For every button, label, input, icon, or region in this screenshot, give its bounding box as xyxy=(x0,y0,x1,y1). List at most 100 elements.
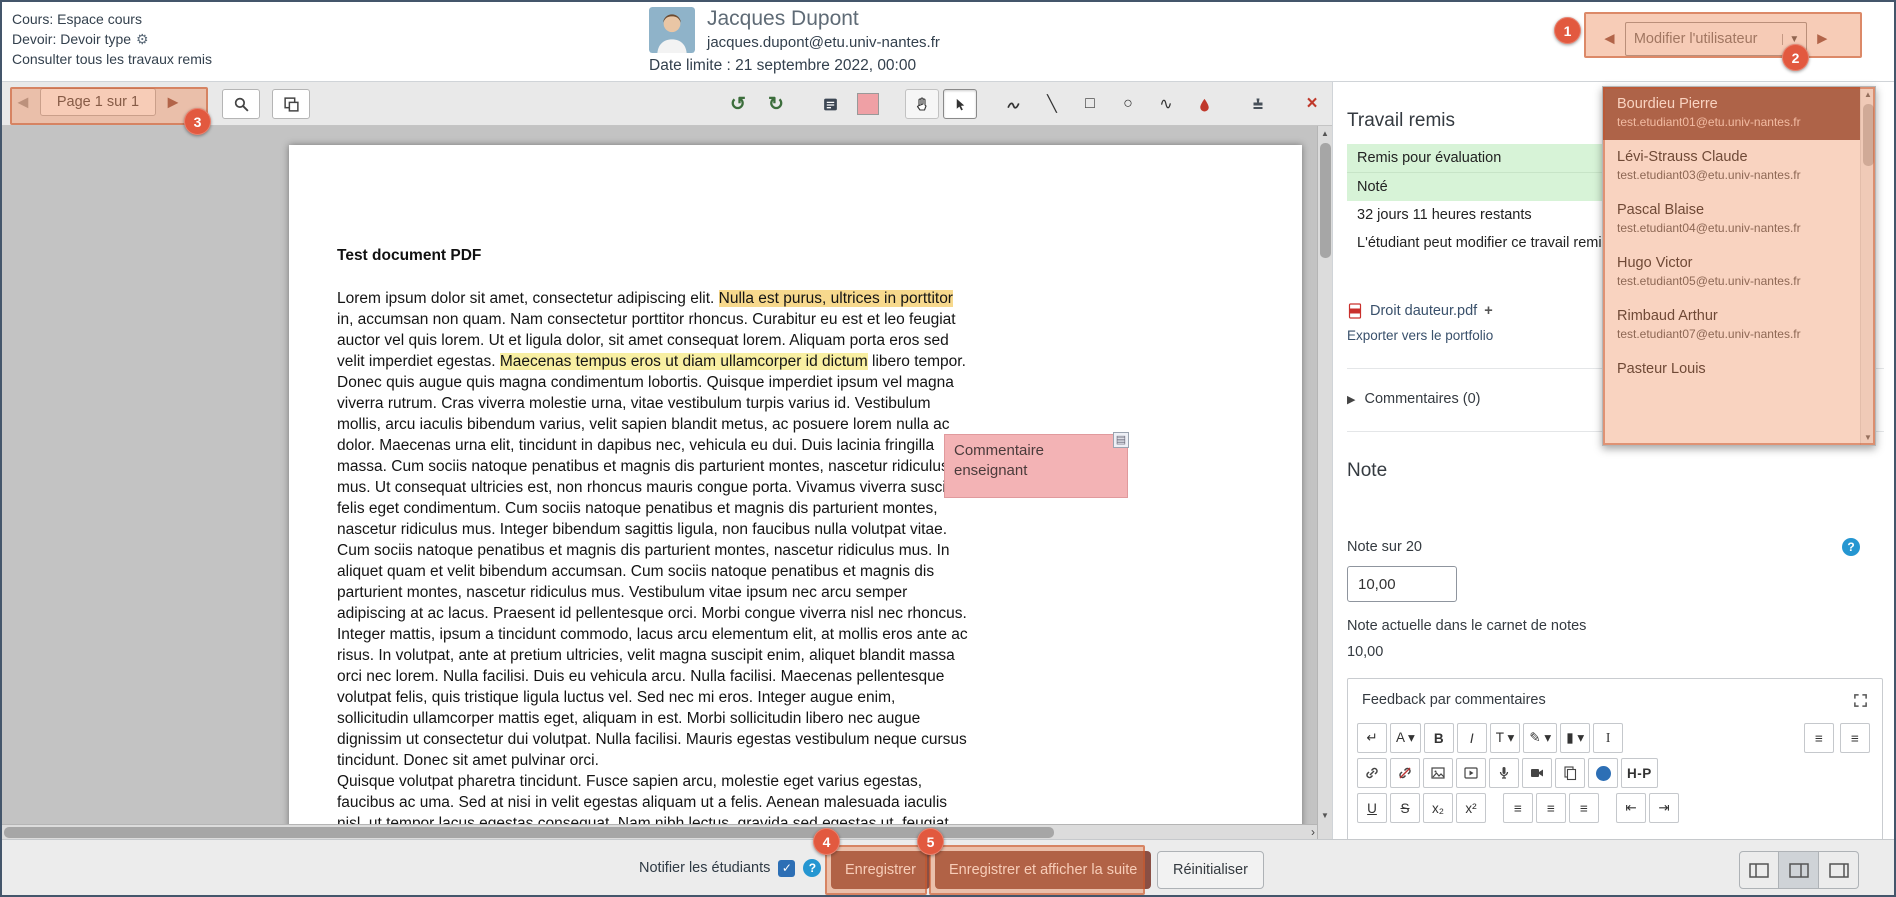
help-icon[interactable]: ? xyxy=(1842,538,1860,556)
save-button[interactable]: Enregistrer xyxy=(831,851,930,889)
notify-checkbox[interactable]: ✓ xyxy=(778,860,795,877)
indent-button[interactable]: ⇥ xyxy=(1649,793,1679,823)
teacher-comment-annotation[interactable]: Commentaire enseignant ▤ xyxy=(944,434,1128,498)
media-icon xyxy=(1463,765,1479,781)
layout-right-icon xyxy=(1829,863,1849,878)
manage-files-button[interactable] xyxy=(1555,758,1585,788)
subscript-button[interactable]: x₂ xyxy=(1423,793,1453,823)
select-tool-button[interactable] xyxy=(943,89,977,119)
view-all-submissions-link[interactable]: Consulter tous les travaux remis xyxy=(12,49,212,69)
next-user-arrow-icon[interactable]: ► xyxy=(1814,29,1831,49)
superscript-button[interactable]: x² xyxy=(1456,793,1486,823)
previous-user-arrow-icon[interactable]: ◄ xyxy=(1601,29,1618,49)
insert-media-button[interactable] xyxy=(1456,758,1486,788)
outdent-button[interactable]: ⇤ xyxy=(1616,793,1646,823)
record-rtc-button[interactable] xyxy=(1588,758,1618,788)
align-center-button[interactable]: ≡ xyxy=(1536,793,1566,823)
scrollbar-thumb[interactable] xyxy=(1320,143,1331,258)
paragraph-styles-button[interactable]: A ▾ xyxy=(1390,723,1421,753)
save-and-show-next-button[interactable]: Enregistrer et afficher la suite xyxy=(935,851,1151,889)
export-portfolio-link[interactable]: Exporter vers le portfolio xyxy=(1347,328,1493,343)
annotation-badge-2: 2 xyxy=(1782,44,1809,71)
pen-tool-button[interactable] xyxy=(997,89,1031,119)
action-bar: Notifier les étudiants ✓ ? Enregistrer E… xyxy=(2,839,1894,897)
Bourdieu Pierre[interactable]: Bourdieu Pierre test.etudiant01@etu.univ… xyxy=(1603,87,1860,140)
user-email: test.etudiant04@etu.univ-nantes.fr xyxy=(1617,221,1846,236)
record-video-button[interactable] xyxy=(1522,758,1552,788)
help-icon[interactable]: ? xyxy=(803,859,821,877)
grade-heading: Note xyxy=(1347,460,1896,482)
link-button[interactable] xyxy=(1357,758,1387,788)
underline-button[interactable]: U xyxy=(1357,793,1387,823)
stamp-tool-button[interactable] xyxy=(1241,89,1275,119)
highlight-tool-button[interactable]: ∿ xyxy=(1149,89,1183,119)
unlink-button[interactable] xyxy=(1390,758,1420,788)
Pasteur Louis[interactable]: Pasteur Louis xyxy=(1603,352,1860,405)
gear-icon[interactable]: ⚙ xyxy=(136,29,149,49)
submission-file-link[interactable]: Droit dauteur.pdf xyxy=(1370,303,1477,319)
highlight-color-button[interactable]: ▮ ▾ xyxy=(1560,723,1590,753)
expand-comments-button[interactable] xyxy=(272,89,310,119)
plus-icon[interactable]: + xyxy=(1484,303,1492,319)
strikethrough-button[interactable]: S xyxy=(1390,793,1420,823)
layout-collapse-review-button[interactable] xyxy=(1739,851,1779,889)
clear-formatting-button[interactable]: I xyxy=(1593,723,1623,753)
h5p-button[interactable]: H-P xyxy=(1621,758,1658,788)
highlight-annotation[interactable]: Maecenas tempus eros ut diam ullamcorper… xyxy=(500,353,868,370)
scroll-right-icon[interactable]: › xyxy=(1311,825,1315,839)
course-link[interactable]: Cours: Espace cours xyxy=(12,9,142,29)
document-vertical-scrollbar[interactable]: ▲ ▼ xyxy=(1317,126,1332,839)
expand-editor-icon[interactable] xyxy=(1853,693,1868,708)
previous-page-arrow-icon[interactable]: ◄ xyxy=(14,92,32,113)
layout-collapse-grade-button[interactable] xyxy=(1819,851,1859,889)
oval-tool-button[interactable]: ○ xyxy=(1111,89,1145,119)
Rimbaud Arthur[interactable]: Rimbaud Arthur test.etudiant07@etu.univ-… xyxy=(1603,299,1860,352)
document-paragraph: Lorem ipsum dolor sit amet, consectetur … xyxy=(337,288,971,771)
ordered-list-button[interactable]: ≡ xyxy=(1840,723,1870,753)
bold-button[interactable]: B xyxy=(1424,723,1454,753)
document-horizontal-scrollbar[interactable]: › xyxy=(2,824,1317,839)
dropdown-scrollbar[interactable]: ▲ ▼ xyxy=(1860,87,1875,445)
font-button[interactable]: T ▾ xyxy=(1490,723,1521,753)
line-tool-button[interactable]: ╲ xyxy=(1035,89,1069,119)
text-color-button[interactable]: ✎ ▾ xyxy=(1523,723,1557,753)
record-audio-button[interactable] xyxy=(1489,758,1519,788)
assignment-link[interactable]: Devoir: Devoir type xyxy=(12,29,131,49)
scrollbar-thumb[interactable] xyxy=(4,827,1054,838)
annotation-colour-button[interactable] xyxy=(1187,89,1221,119)
comment-tool-button[interactable] xyxy=(813,89,847,119)
layout-default-button[interactable] xyxy=(1779,851,1819,889)
search-comments-button[interactable] xyxy=(222,89,260,119)
hand-icon xyxy=(914,96,930,112)
microphone-icon xyxy=(1496,765,1512,781)
italic-button[interactable]: I xyxy=(1457,723,1487,753)
rectangle-tool-button[interactable]: □ xyxy=(1073,89,1107,119)
cursor-arrow-icon xyxy=(953,97,968,112)
scroll-up-icon[interactable]: ▲ xyxy=(1318,126,1332,141)
align-left-button[interactable]: ≡ xyxy=(1503,793,1533,823)
grade-input[interactable] xyxy=(1347,566,1457,602)
scroll-down-icon[interactable]: ▼ xyxy=(1861,430,1875,445)
comment-colour-button[interactable] xyxy=(851,89,885,119)
scrollbar-thumb[interactable] xyxy=(1863,104,1874,166)
Lévi-Strauss Claude[interactable]: Lévi-Strauss Claude test.etudiant03@etu.… xyxy=(1603,140,1860,193)
comment-menu-icon[interactable]: ▤ xyxy=(1113,432,1129,448)
unordered-list-button[interactable]: ≡ xyxy=(1804,723,1834,753)
scroll-up-icon[interactable]: ▲ xyxy=(1861,87,1875,102)
change-user-select[interactable]: Modifier l'utilisateur ▼ xyxy=(1625,22,1807,56)
delete-annotation-button[interactable]: × xyxy=(1295,89,1329,119)
text-segment: Lorem ipsum dolor sit amet, consectetur … xyxy=(337,290,719,307)
highlight-annotation[interactable]: Nulla est purus, ultrices in porttitor xyxy=(719,290,953,307)
toolbar-collapse-button[interactable]: ↵ xyxy=(1357,723,1387,753)
insert-image-button[interactable] xyxy=(1423,758,1453,788)
next-page-arrow-icon[interactable]: ► xyxy=(164,92,182,113)
reset-button[interactable]: Réinitialiser xyxy=(1157,851,1264,889)
Hugo Victor[interactable]: Hugo Victor test.etudiant05@etu.univ-nan… xyxy=(1603,246,1860,299)
Pascal Blaise[interactable]: Pascal Blaise test.etudiant04@etu.univ-n… xyxy=(1603,193,1860,246)
rotate-right-icon[interactable]: ↻ xyxy=(759,89,793,119)
scroll-down-icon[interactable]: ▼ xyxy=(1318,808,1332,823)
grading-app-window: Cours: Espace cours Devoir: Devoir type … xyxy=(0,0,1896,897)
drag-tool-button[interactable] xyxy=(905,89,939,119)
rotate-left-icon[interactable]: ↺ xyxy=(721,89,755,119)
align-right-button[interactable]: ≡ xyxy=(1569,793,1599,823)
